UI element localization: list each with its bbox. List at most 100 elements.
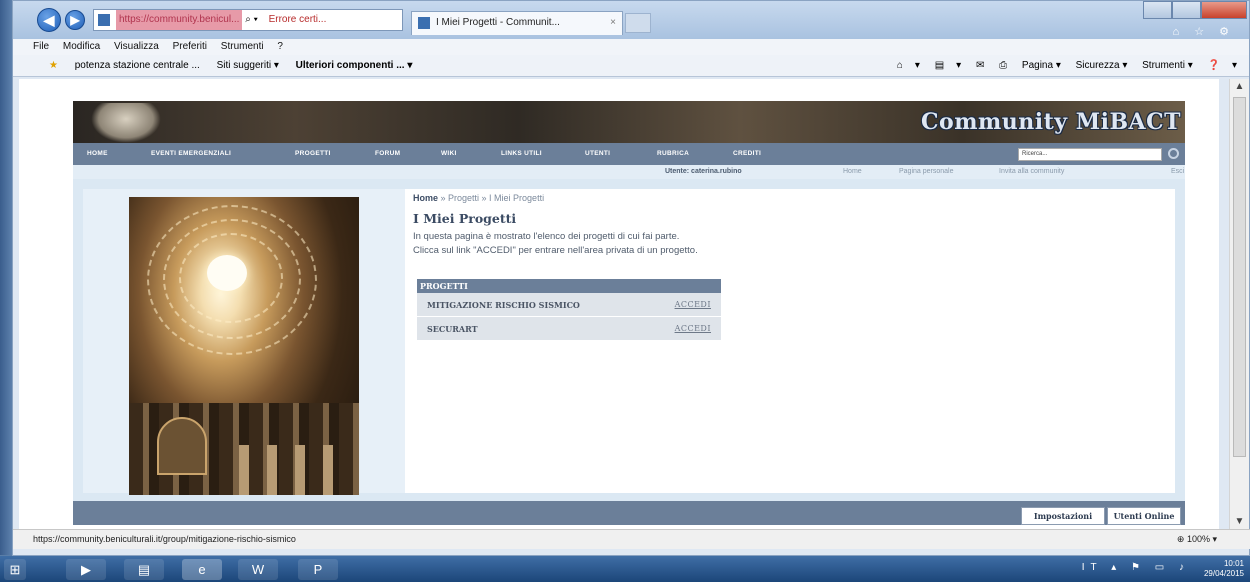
print-command-icon[interactable]: ⎙ [999, 60, 1007, 71]
favorite-potenza[interactable]: potenza stazione centrale ... [75, 60, 200, 71]
page-menu[interactable]: Pagina ▾ [1022, 60, 1061, 71]
nav-utenti[interactable]: UTENTI [585, 143, 610, 165]
tab-favicon-icon [418, 17, 430, 29]
site-footer-bar: Impostazioni Utenti Online [73, 501, 1185, 525]
page-description-2: Clicca sul link "ACCEDI" per entrare nel… [413, 245, 698, 256]
page-viewport: Community MiBACT HOME EVENTI EMERGENZIAL… [19, 79, 1219, 529]
help-dropdown[interactable]: ▾ [1232, 60, 1237, 71]
zoom-icon: ⊕ [1176, 534, 1185, 544]
current-user-label: Utente: caterina.rubino [665, 168, 742, 175]
site-header-banner: Community MiBACT [73, 101, 1185, 143]
home-command-dropdown[interactable]: ▾ [915, 60, 920, 71]
user-link-logout[interactable]: Esci [1171, 165, 1184, 179]
breadcrumb-home[interactable]: Home [413, 193, 438, 203]
nav-forum[interactable]: FORUM [375, 143, 400, 165]
menu-preferiti[interactable]: Preferiti [173, 41, 207, 52]
pantheon-dome-image [129, 197, 359, 495]
site-favicon-icon [98, 14, 110, 26]
minimize-button[interactable] [1143, 1, 1173, 19]
breadcrumb: Home » Progetti » I Miei Progetti [413, 193, 544, 203]
menu-file[interactable]: File [33, 41, 49, 52]
home-command-icon[interactable]: ⌂ [897, 60, 903, 71]
status-url: https://community.beniculturali.it/group… [33, 534, 296, 544]
forward-button[interactable]: ▶ [65, 10, 85, 30]
nav-links-utili[interactable]: LINKS UTILI [501, 143, 542, 165]
back-button[interactable]: ◀ [37, 8, 61, 32]
feeds-command-dropdown[interactable]: ▾ [956, 60, 961, 71]
nav-rubrica[interactable]: RUBRICA [657, 143, 689, 165]
nav-eventi-emergenziali[interactable]: EVENTI EMERGENZIALI [151, 143, 231, 165]
window-controls [1143, 1, 1247, 19]
zoom-level[interactable]: ⊕ 100% ▾ [1177, 530, 1217, 548]
scroll-down-icon[interactable]: ▼ [1230, 516, 1249, 527]
certificate-error[interactable]: Errore certi... [269, 14, 327, 25]
language-indicator[interactable]: IT [1082, 562, 1103, 573]
vertical-scrollbar[interactable]: ▲ ▼ [1229, 79, 1249, 529]
content-column: Home » Progetti » I Miei Progetti I Miei… [405, 189, 1175, 493]
close-window-button[interactable] [1201, 1, 1247, 19]
powerpoint-icon[interactable]: P [298, 559, 338, 580]
menu-bar: File Modifica Visualizza Preferiti Strum… [13, 39, 1249, 55]
access-link[interactable]: ACCEDI [675, 293, 711, 317]
site-logo[interactable]: Community MiBACT [921, 109, 1181, 135]
access-link[interactable]: ACCEDI [675, 317, 711, 341]
toolbar-icons[interactable]: ⌂ ☆ ⚙ [1173, 25, 1235, 38]
tools-menu[interactable]: Strumenti ▾ [1142, 60, 1193, 71]
media-player-icon[interactable]: ▶ [66, 559, 106, 580]
user-link-personal-page[interactable]: Pagina personale [899, 165, 954, 179]
projects-table-header: PROGETTI [417, 279, 721, 293]
project-name: SECURART [427, 324, 478, 334]
favorites-star-icon[interactable]: ★ [49, 60, 58, 71]
project-name: MITIGAZIONE RISCHIO SISMICO [427, 300, 580, 310]
menu-modifica[interactable]: Modifica [63, 41, 100, 52]
main-panel: Home » Progetti » I Miei Progetti I Miei… [73, 179, 1185, 501]
clock[interactable]: 10:01 29/04/2015 [1204, 559, 1244, 579]
start-button[interactable]: ⊞ [4, 559, 26, 580]
search-icon[interactable]: ⌕ ▾ [245, 14, 258, 25]
favorites-bar: ★ potenza stazione centrale ... Siti sug… [13, 55, 1249, 77]
table-row: SECURART ACCEDI [417, 317, 721, 341]
new-tab-button[interactable] [625, 13, 651, 33]
browser-titlebar: ◀ ▶ https://community.benicul... ⌕ ▾ Err… [13, 1, 1249, 39]
nav-wiki[interactable]: WIKI [441, 143, 457, 165]
tray-icons[interactable]: IT ▴ ⚑ ▭ ♪ [1082, 562, 1190, 573]
user-link-invite[interactable]: Invita alla community [999, 165, 1064, 179]
file-explorer-icon[interactable]: ▤ [124, 559, 164, 580]
user-link-home[interactable]: Home [843, 165, 862, 179]
feeds-command-icon[interactable]: ▤ [935, 60, 944, 71]
online-users-button[interactable]: Utenti Online [1107, 507, 1181, 525]
statue-image [91, 103, 161, 143]
tab-my-projects[interactable]: I Miei Progetti - Communit... × [411, 11, 623, 35]
maximize-button[interactable] [1172, 1, 1202, 19]
status-bar: https://community.beniculturali.it/group… [13, 529, 1250, 549]
scrollbar-thumb[interactable] [1233, 97, 1246, 457]
safety-menu[interactable]: Sicurezza ▾ [1076, 60, 1128, 71]
site-search-input[interactable]: Ricerca... [1018, 148, 1162, 161]
user-bar: Utente: caterina.rubino Home Pagina pers… [73, 165, 1185, 179]
help-icon[interactable]: ❓ [1208, 60, 1220, 71]
mail-command-icon[interactable]: ✉ [976, 60, 984, 71]
tab-title: I Miei Progetti - Communit... [436, 17, 560, 28]
page-description-1: In questa pagina è mostrato l'elenco dei… [413, 231, 680, 242]
internet-explorer-icon[interactable]: e [182, 559, 222, 580]
search-icon[interactable] [1168, 148, 1179, 159]
menu-visualizza[interactable]: Visualizza [114, 41, 159, 52]
browser-window: ◀ ▶ https://community.benicul... ⌕ ▾ Err… [12, 0, 1250, 556]
settings-button[interactable]: Impostazioni [1021, 507, 1105, 525]
nav-home[interactable]: HOME [87, 143, 108, 165]
favorite-ulteriori[interactable]: Ulteriori componenti ... ▾ [296, 60, 413, 71]
menu-help[interactable]: ? [277, 41, 283, 52]
tab-close-icon[interactable]: × [610, 12, 616, 34]
scroll-up-icon[interactable]: ▲ [1230, 81, 1249, 92]
page-title: I Miei Progetti [413, 211, 517, 226]
breadcrumb-trail[interactable]: » Progetti » I Miei Progetti [438, 193, 545, 203]
clock-time: 10:01 [1223, 559, 1244, 568]
favorite-siti-suggeriti[interactable]: Siti suggeriti ▾ [217, 60, 279, 71]
word-icon[interactable]: W [238, 559, 278, 580]
address-url: https://community.benicul... [116, 10, 243, 30]
nav-crediti[interactable]: CREDITI [733, 143, 761, 165]
menu-strumenti[interactable]: Strumenti [221, 41, 264, 52]
site-navigation: HOME EVENTI EMERGENZIALI PROGETTI FORUM … [73, 143, 1185, 165]
address-bar[interactable]: https://community.benicul... ⌕ ▾ Errore … [93, 9, 403, 31]
nav-progetti[interactable]: PROGETTI [295, 143, 331, 165]
